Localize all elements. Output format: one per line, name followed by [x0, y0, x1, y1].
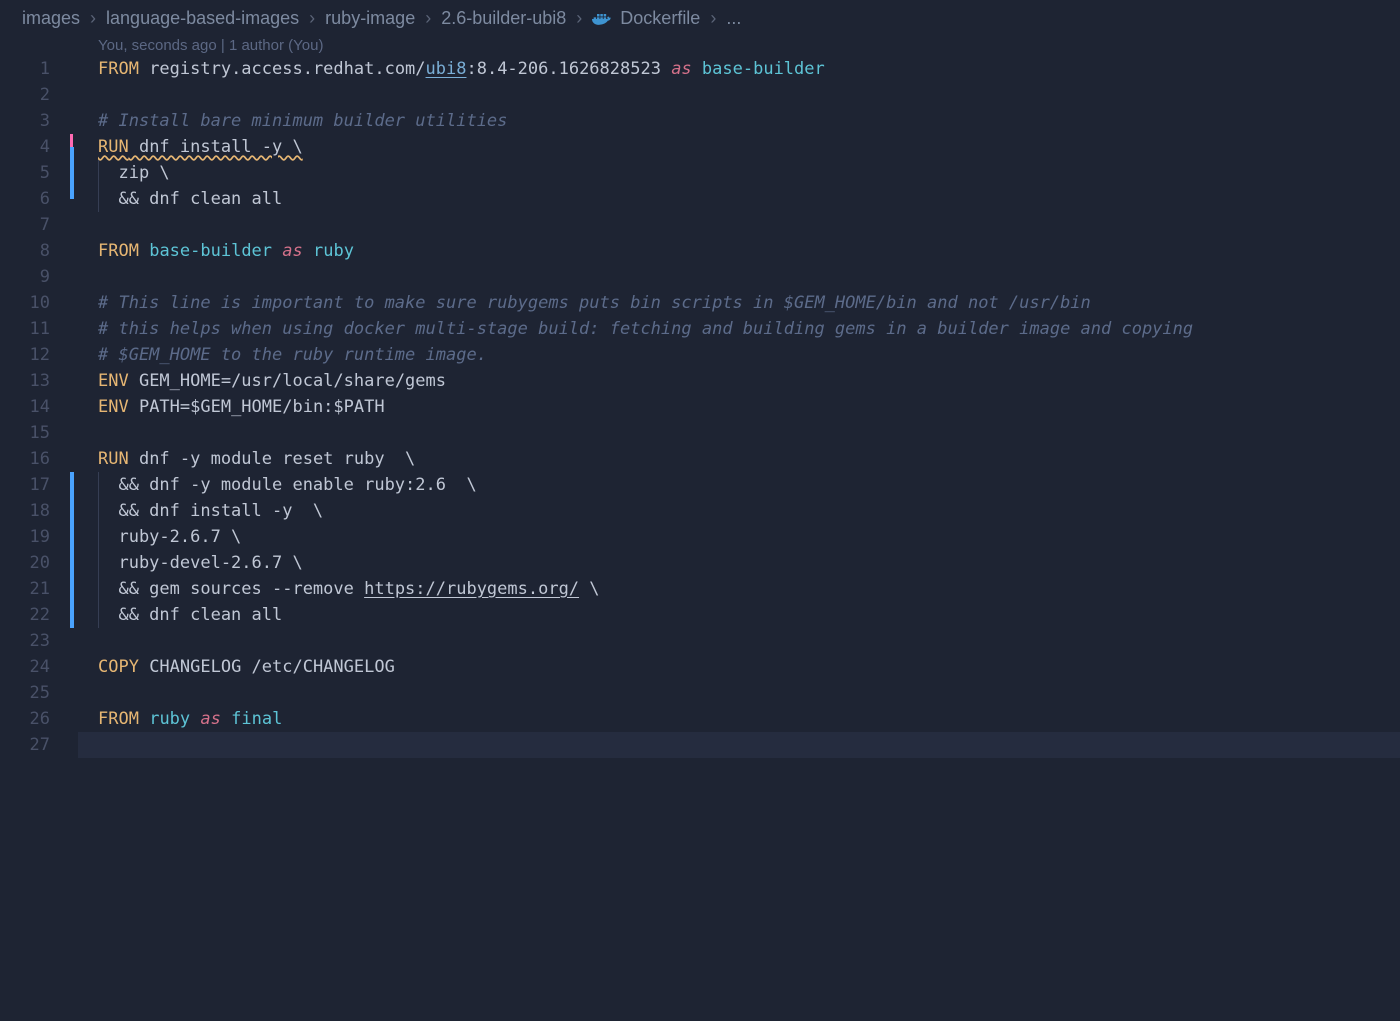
crumb-images[interactable]: images: [22, 8, 80, 29]
code-line[interactable]: COPY CHANGELOG /etc/CHANGELOG: [98, 654, 1400, 680]
line-number: 7: [0, 212, 50, 238]
line-number: 17: [0, 472, 50, 498]
line-number: 15: [0, 420, 50, 446]
code-line[interactable]: zip \: [98, 160, 1400, 186]
code-line[interactable]: && dnf clean all: [98, 186, 1400, 212]
line-number: 27: [0, 732, 50, 758]
breadcrumb: images › language-based-images › ruby-im…: [0, 0, 1400, 35]
code-line[interactable]: [98, 680, 1400, 706]
code-line[interactable]: ruby-devel-2.6.7 \: [98, 550, 1400, 576]
code-line[interactable]: FROM ruby as final: [98, 706, 1400, 732]
chevron-right-icon: ›: [576, 8, 582, 29]
line-number: 25: [0, 680, 50, 706]
crumb-language-based-images[interactable]: language-based-images: [106, 8, 299, 29]
line-number: 12: [0, 342, 50, 368]
line-number: 24: [0, 654, 50, 680]
code-line[interactable]: ENV PATH=$GEM_HOME/bin:$PATH: [98, 394, 1400, 420]
code-line[interactable]: && dnf install -y \: [98, 498, 1400, 524]
git-blame-annotation: You, seconds ago | 1 author (You): [0, 35, 1400, 56]
code-line[interactable]: # this helps when using docker multi-sta…: [98, 316, 1400, 342]
code-line[interactable]: # $GEM_HOME to the ruby runtime image.: [98, 342, 1400, 368]
chevron-right-icon: ›: [710, 8, 716, 29]
chevron-right-icon: ›: [309, 8, 315, 29]
line-number: 1: [0, 56, 50, 82]
code-line[interactable]: RUN dnf install -y \: [98, 134, 1400, 160]
code-line-current[interactable]: [78, 732, 1400, 758]
code-line[interactable]: [98, 212, 1400, 238]
line-number-gutter: 1 2 3 4 5 6 7 8 9 10 11 12 13 14 15 16 1…: [0, 56, 70, 758]
crumb-more[interactable]: ...: [726, 8, 741, 29]
chevron-right-icon: ›: [425, 8, 431, 29]
line-number: 21: [0, 576, 50, 602]
code-line[interactable]: [98, 628, 1400, 654]
line-number: 18: [0, 498, 50, 524]
change-mark: [70, 134, 73, 147]
code-line[interactable]: [98, 420, 1400, 446]
line-number: 13: [0, 368, 50, 394]
crumb-2-6-builder-ubi8[interactable]: 2.6-builder-ubi8: [441, 8, 566, 29]
code-line[interactable]: && dnf -y module enable ruby:2.6 \: [98, 472, 1400, 498]
code-area[interactable]: FROM registry.access.redhat.com/ubi8:8.4…: [78, 56, 1400, 758]
line-number: 23: [0, 628, 50, 654]
code-line[interactable]: # Install bare minimum builder utilities: [98, 108, 1400, 134]
code-line[interactable]: ruby-2.6.7 \: [98, 524, 1400, 550]
line-number: 22: [0, 602, 50, 628]
line-number: 4: [0, 134, 50, 160]
line-number: 16: [0, 446, 50, 472]
docker-icon: [592, 11, 612, 27]
crumb-ruby-image[interactable]: ruby-image: [325, 8, 415, 29]
line-number: 26: [0, 706, 50, 732]
code-line[interactable]: RUN dnf -y module reset ruby \: [98, 446, 1400, 472]
code-line[interactable]: # This line is important to make sure ru…: [98, 290, 1400, 316]
code-line[interactable]: ENV GEM_HOME=/usr/local/share/gems: [98, 368, 1400, 394]
chevron-right-icon: ›: [90, 8, 96, 29]
line-number: 9: [0, 264, 50, 290]
crumb-dockerfile[interactable]: Dockerfile: [620, 8, 700, 29]
change-marks-gutter: [70, 56, 78, 758]
code-line[interactable]: && dnf clean all: [98, 602, 1400, 628]
line-number: 10: [0, 290, 50, 316]
line-number: 3: [0, 108, 50, 134]
code-line[interactable]: [98, 82, 1400, 108]
line-number: 19: [0, 524, 50, 550]
code-line[interactable]: && gem sources --remove https://rubygems…: [98, 576, 1400, 602]
code-editor[interactable]: 1 2 3 4 5 6 7 8 9 10 11 12 13 14 15 16 1…: [0, 56, 1400, 758]
line-number: 6: [0, 186, 50, 212]
code-line[interactable]: FROM base-builder as ruby: [98, 238, 1400, 264]
line-number: 14: [0, 394, 50, 420]
line-number: 2: [0, 82, 50, 108]
line-number: 20: [0, 550, 50, 576]
code-line[interactable]: [98, 264, 1400, 290]
change-mark: [70, 472, 74, 628]
change-mark: [70, 147, 74, 199]
line-number: 8: [0, 238, 50, 264]
line-number: 5: [0, 160, 50, 186]
code-line[interactable]: FROM registry.access.redhat.com/ubi8:8.4…: [98, 56, 1400, 82]
line-number: 11: [0, 316, 50, 342]
